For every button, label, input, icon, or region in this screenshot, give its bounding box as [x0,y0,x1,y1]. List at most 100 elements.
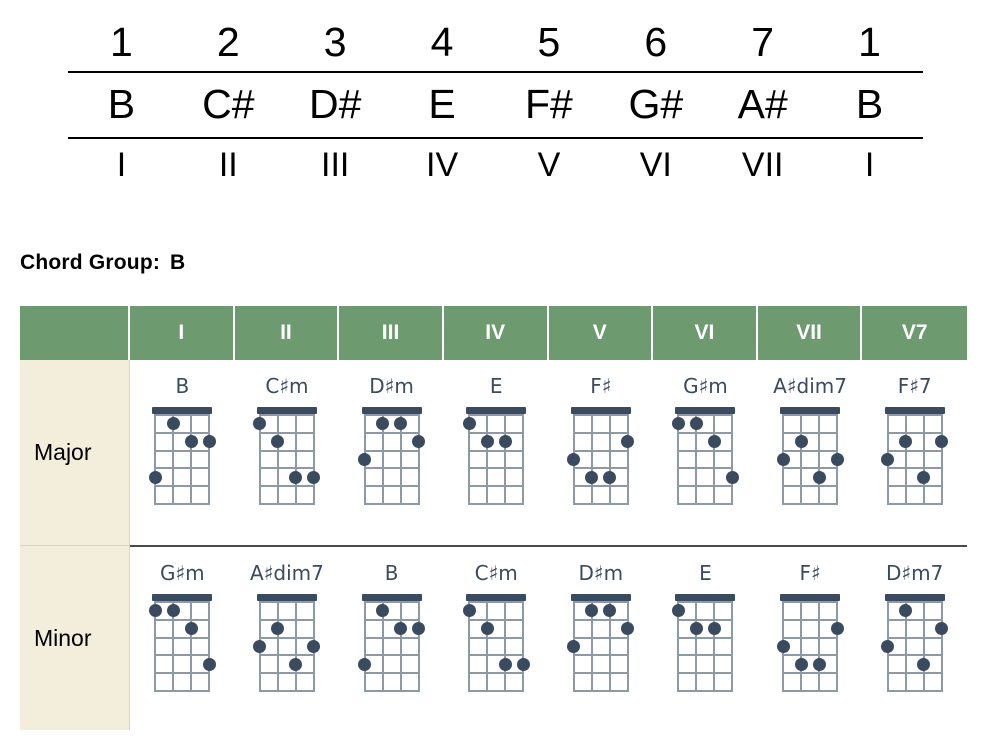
fretboard-diagram [148,594,216,692]
fret-line-0 [468,414,525,416]
scale-degree-1: 2 [216,19,240,65]
finger-dot-s4-f2 [412,435,426,449]
chord-table-header-v7[interactable]: V7 [862,306,967,360]
chord-name: E [489,374,503,398]
finger-dot-s1-f1 [462,604,476,618]
fret-line-4 [468,672,525,675]
chord-table-header-iv[interactable]: IV [443,306,549,360]
scale-reference-table: 12345671 B C# D# E F# G# A# B I II III IV V VI VII I [68,22,923,182]
finger-dot-s1-f3 [567,453,581,466]
chord-cell-minor-II[interactable]: A♯dim7 [234,545,340,730]
chord-cell-minor-IV[interactable]: C♯m [443,545,549,730]
chord-diagram-wrap [653,594,758,692]
nut-bar [675,594,736,601]
scale-numeral-1: II [218,146,238,184]
finger-dot-s2-f2 [271,435,285,449]
finger-dot-s4-f2 [202,435,216,449]
fret-line-5 [886,690,943,692]
fret-line-4 [572,672,629,675]
chord-cell-major-V7[interactable]: F♯7 [862,360,967,545]
chord-cell-major-VII[interactable]: A♯dim7 [757,360,863,545]
chord-cell-major-V[interactable]: F♯ [548,360,654,545]
scale-degree-4: 5 [537,19,561,65]
finger-dot-s3-f4 [917,470,931,484]
chord-diagram-wrap [549,594,654,692]
chord-cell-minor-I[interactable]: G♯m [130,545,235,730]
chord-cell-minor-VI[interactable]: E [653,545,758,730]
finger-dot-s3-f4 [603,470,617,484]
chord-cell-major-IV[interactable]: E [443,360,549,545]
finger-dot-s2-f2 [689,622,703,636]
fret-line-3 [677,654,734,657]
fretboard-diagram [358,407,426,505]
fret-line-0 [258,414,315,416]
fret-line-1 [363,431,420,434]
fret-line-5 [886,503,943,505]
nut-bar [570,407,631,414]
fret-line-2 [782,449,839,452]
chord-table-head: I II III IV V VI VII V7 [20,306,967,360]
finger-dot-s1-f4 [148,470,162,484]
fret-line-1 [154,618,211,621]
fret-line-0 [468,601,525,603]
fret-grid [462,414,525,505]
chord-table-header-i[interactable]: I [130,306,235,360]
chord-diagram-wrap [758,594,863,692]
fret-line-5 [782,503,839,505]
chord-name: E [699,561,712,585]
fret-line-3 [782,467,839,470]
chord-name: F♯ [799,561,821,585]
chord-cell-major-I[interactable]: B [130,360,235,545]
fret-line-3 [154,654,211,657]
finger-dot-s3-f2 [707,622,721,636]
fret-line-2 [677,636,734,639]
finger-dot-s4-f2 [621,435,635,449]
string-line-4 [940,414,943,505]
chord-name: A♯dim7 [773,374,847,398]
finger-dot-s3-f4 [917,657,931,671]
string-line-3 [713,601,716,692]
chord-cell-major-II[interactable]: C♯m [234,360,340,545]
chord-table-header-vii[interactable]: VII [757,306,863,360]
string-line-1 [154,414,157,505]
finger-dot-s2-f2 [480,622,494,636]
finger-dot-s3-f2 [184,622,198,636]
chord-cell-minor-V7[interactable]: D♯m7 [862,545,967,730]
chord-name: B [384,561,399,585]
string-line-4 [522,414,525,505]
fretboard-diagram [881,594,949,692]
fret-line-0 [154,601,211,603]
scale-numeral-6: VII [741,146,784,184]
fret-grid [148,601,216,692]
string-line-4 [417,601,420,692]
string-line-3 [713,414,716,505]
finger-dot-s1-f1 [253,417,267,431]
fret-grid [462,601,530,692]
scale-numeral-2: III [321,146,350,184]
fret-line-0 [886,414,943,416]
chord-table-header-vi[interactable]: VI [653,306,758,360]
fret-line-1 [886,431,943,434]
fret-line-5 [154,503,211,505]
chord-table-header-v[interactable]: V [548,306,654,360]
finger-dot-s2-f1 [376,417,390,431]
chord-name: F♯7 [897,374,932,398]
chord-cell-major-III[interactable]: D♯m [339,360,444,545]
chord-cell-minor-V[interactable]: D♯m [548,545,654,730]
finger-dot-s1-f3 [881,453,895,466]
chord-cell-major-VI[interactable]: G♯m [653,360,758,545]
scale-degree-6: 7 [751,19,775,65]
chord-table-header-iii[interactable]: III [339,306,444,360]
string-line-4 [626,601,629,692]
chord-table-header-ii[interactable]: II [234,306,340,360]
chord-diagram-wrap [130,407,235,505]
finger-dot-s2-f1 [689,417,703,431]
string-line-3 [504,414,507,505]
fret-line-1 [363,618,420,621]
chord-cell-minor-III[interactable]: B [339,545,444,730]
chord-cell-minor-VII[interactable]: F♯ [757,545,863,730]
fret-grid [567,414,635,505]
finger-dot-s3-f4 [289,470,303,484]
chord-table-row-minor: Minor G♯m A♯dim7 B C♯m D♯m E F♯ D♯m7 [20,545,967,730]
scale-note-4: F# [525,81,573,127]
